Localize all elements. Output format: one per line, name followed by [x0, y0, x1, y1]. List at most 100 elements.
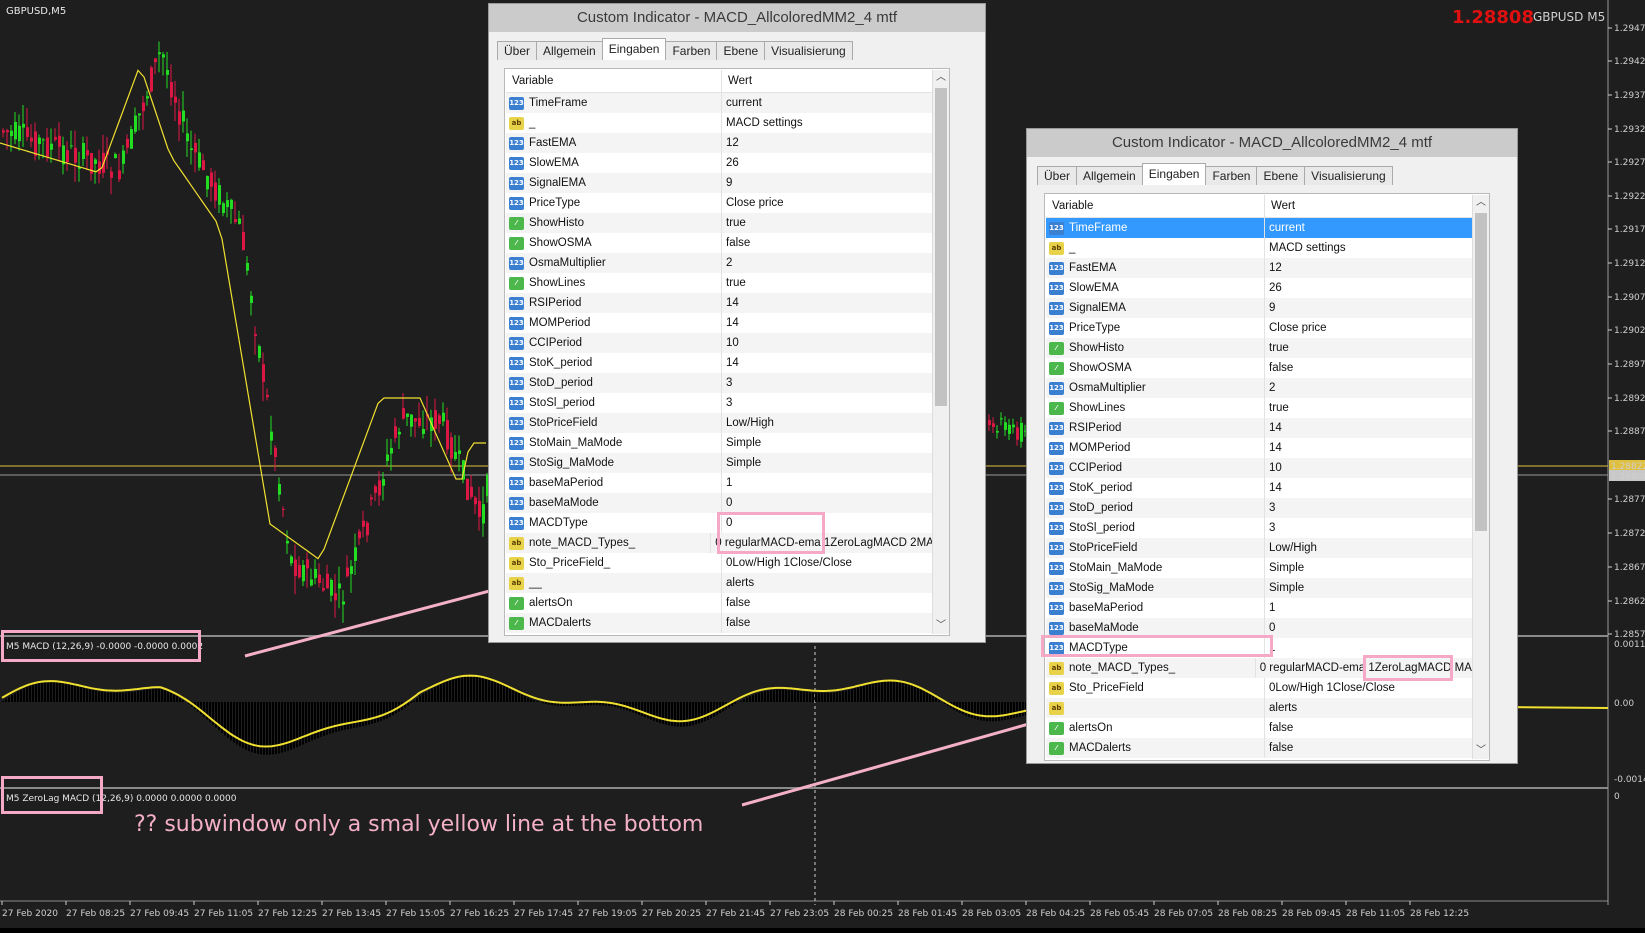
param-row[interactable]: 123baseMaMode0	[506, 493, 932, 513]
param-value-cell[interactable]: 14	[1265, 418, 1282, 438]
param-name-cell[interactable]: 123SignalEMA	[506, 173, 722, 193]
param-name-cell[interactable]: ⁄MACDalerts	[506, 613, 722, 633]
param-value-cell[interactable]: Close price	[1265, 318, 1327, 338]
param-name-cell[interactable]: abnote_MACD_Types_	[506, 533, 711, 553]
param-name-cell[interactable]: 123MACDType	[506, 513, 722, 533]
param-value-cell[interactable]: Simple	[722, 433, 761, 453]
param-value-cell[interactable]: 2	[722, 253, 732, 273]
dialog-title[interactable]: Custom Indicator - MACD_AllcoloredMM2_4 …	[1027, 129, 1517, 157]
param-row[interactable]: 123StoMain_MaModeSimple	[1046, 558, 1472, 578]
param-value-cell[interactable]: Simple	[1265, 558, 1304, 578]
param-value-cell[interactable]: 12	[722, 133, 739, 153]
param-row[interactable]: 123SignalEMA9	[506, 173, 932, 193]
param-name-cell[interactable]: 123StoK_period	[506, 353, 722, 373]
param-row[interactable]: 123RSIPeriod14	[1046, 418, 1472, 438]
param-name-cell[interactable]: 123CCIPeriod	[1046, 458, 1265, 478]
param-value-cell[interactable]: false	[1265, 738, 1293, 758]
param-row[interactable]: 123StoPriceFieldLow/High	[1046, 538, 1472, 558]
param-row[interactable]: 123PriceTypeClose price	[1046, 318, 1472, 338]
param-name-cell[interactable]: 123StoD_period	[506, 373, 722, 393]
param-name-cell[interactable]: 123PriceType	[506, 193, 722, 213]
param-row[interactable]: ⁄MACDalertsfalse	[506, 613, 932, 633]
param-row[interactable]: 123SlowEMA26	[1046, 278, 1472, 298]
param-name-cell[interactable]: 123SlowEMA	[506, 153, 722, 173]
param-value-cell[interactable]: 1	[722, 473, 732, 493]
param-name-cell[interactable]: 123TimeFrame	[506, 93, 722, 113]
param-name-cell[interactable]: abnote_MACD_Types_	[1046, 658, 1256, 678]
tab-eingaben[interactable]: Eingaben	[1142, 163, 1207, 185]
param-value-cell[interactable]: 3	[1265, 518, 1275, 538]
param-name-cell[interactable]: ⁄ShowHisto	[506, 213, 722, 233]
param-name-cell[interactable]: 123StoMain_MaMode	[506, 433, 722, 453]
param-row[interactable]: 123StoSig_MaModeSimple	[506, 453, 932, 473]
param-name-cell[interactable]: 123RSIPeriod	[1046, 418, 1265, 438]
tab-farben[interactable]: Farben	[1205, 166, 1257, 185]
param-value-cell[interactable]: current	[722, 93, 762, 113]
param-value-cell[interactable]: 26	[722, 153, 739, 173]
indicator-dialog-2[interactable]: Custom Indicator - MACD_AllcoloredMM2_4 …	[1026, 128, 1518, 764]
param-row[interactable]: 123StoD_period3	[506, 373, 932, 393]
param-row[interactable]: 123baseMaPeriod1	[1046, 598, 1472, 618]
param-name-cell[interactable]: 123MOMPeriod	[1046, 438, 1265, 458]
tab-allgemein[interactable]: Allgemein	[1076, 166, 1143, 185]
indicator-dialog-1[interactable]: Custom Indicator - MACD_AllcoloredMM2_4 …	[488, 3, 986, 643]
param-name-cell[interactable]: 123StoK_period	[1046, 478, 1265, 498]
param-value-cell[interactable]: false	[722, 233, 750, 253]
param-row[interactable]: ⁄MACDalertsfalse	[1046, 738, 1472, 758]
param-value-cell[interactable]: 9	[1265, 298, 1275, 318]
param-value-cell[interactable]: MACD settings	[1265, 238, 1346, 258]
param-value-cell[interactable]: 10	[1265, 458, 1282, 478]
param-row[interactable]: ⁄alertsOnfalse	[506, 593, 932, 613]
param-name-cell[interactable]: 123MOMPeriod	[506, 313, 722, 333]
param-value-cell[interactable]: 14	[722, 313, 739, 333]
param-row[interactable]: ⁄ShowHistotrue	[506, 213, 932, 233]
param-row[interactable]: ⁄ShowOSMAfalse	[1046, 358, 1472, 378]
param-value-cell[interactable]: false	[722, 593, 750, 613]
col-variable-header[interactable]: Variable	[506, 70, 722, 92]
param-row[interactable]: ab__alerts	[506, 573, 932, 593]
param-name-cell[interactable]: 123TimeFrame	[1046, 218, 1265, 238]
param-name-cell[interactable]: 123StoD_period	[1046, 498, 1265, 518]
param-row[interactable]: ⁄ShowOSMAfalse	[506, 233, 932, 253]
param-name-cell[interactable]: 123SignalEMA	[1046, 298, 1265, 318]
param-name-cell[interactable]: ⁄alertsOn	[1046, 718, 1265, 738]
param-value-cell[interactable]: true	[722, 213, 746, 233]
tab-eingaben[interactable]: Eingaben	[602, 38, 667, 60]
param-value-cell[interactable]: false	[722, 613, 750, 633]
param-value-cell[interactable]: Close price	[722, 193, 784, 213]
param-name-cell[interactable]: 123PriceType	[1046, 318, 1265, 338]
param-name-cell[interactable]: 123OsmaMultiplier	[1046, 378, 1265, 398]
param-row[interactable]: 123CCIPeriod10	[506, 333, 932, 353]
scroll-down-icon[interactable]: ﹀	[933, 618, 949, 634]
param-row[interactable]: ab_MACD settings	[1046, 238, 1472, 258]
param-row[interactable]: abSto_PriceField0Low/High 1Close/Close	[1046, 678, 1472, 698]
param-name-cell[interactable]: ab_	[1046, 238, 1265, 258]
param-row[interactable]: 123FastEMA12	[1046, 258, 1472, 278]
tab-ebene[interactable]: Ebene	[716, 41, 765, 60]
param-row[interactable]: 123SlowEMA26	[506, 153, 932, 173]
param-name-cell[interactable]: ab__	[506, 573, 722, 593]
tab-ebene[interactable]: Ebene	[1256, 166, 1305, 185]
param-name-cell[interactable]: abSto_PriceField	[1046, 678, 1265, 698]
param-name-cell[interactable]: ⁄ShowHisto	[1046, 338, 1265, 358]
tab-farben[interactable]: Farben	[665, 41, 717, 60]
param-value-cell[interactable]: 3	[1265, 498, 1275, 518]
param-row[interactable]: ab_MACD settings	[506, 113, 932, 133]
param-name-cell[interactable]: ⁄alertsOn	[506, 593, 722, 613]
param-name-cell[interactable]: 123baseMaPeriod	[506, 473, 722, 493]
param-row[interactable]: 123MOMPeriod14	[1046, 438, 1472, 458]
param-row[interactable]: 123StoSl_period3	[1046, 518, 1472, 538]
param-name-cell[interactable]: 123OsmaMultiplier	[506, 253, 722, 273]
scroll-thumb[interactable]	[1475, 213, 1487, 531]
param-value-cell[interactable]: true	[1265, 338, 1289, 358]
param-name-cell[interactable]: ⁄MACDalerts	[1046, 738, 1265, 758]
param-row[interactable]: 123StoSig_MaModeSimple	[1046, 578, 1472, 598]
param-value-cell[interactable]: Simple	[1265, 578, 1304, 598]
param-row[interactable]: ⁄ShowLinestrue	[506, 273, 932, 293]
param-value-cell[interactable]: 26	[1265, 278, 1282, 298]
param-row[interactable]: 123PriceTypeClose price	[506, 193, 932, 213]
param-row[interactable]: 123baseMaPeriod1	[506, 473, 932, 493]
param-value-cell[interactable]: false	[1265, 718, 1293, 738]
param-value-cell[interactable]: Low/High	[722, 413, 774, 433]
param-value-cell[interactable]: current	[1265, 218, 1305, 238]
